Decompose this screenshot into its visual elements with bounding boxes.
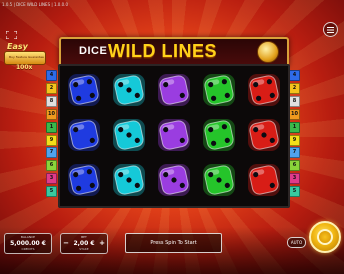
payline-indicator: 4 <box>46 70 57 81</box>
payline-indicator: 2 <box>289 82 300 94</box>
badge-title: Easy <box>7 42 28 51</box>
cyan-die-symbol <box>107 113 151 158</box>
badge-amount: 100x <box>16 64 33 71</box>
reel-frame <box>58 64 290 208</box>
payline-indicator: 1 <box>46 121 57 133</box>
payline-indicator: 9 <box>46 134 57 146</box>
balance-display: BALANCE 5,000.00 € CREDITS <box>4 233 52 254</box>
fullscreen-icon[interactable] <box>5 24 18 40</box>
payline-indicator: 6 <box>46 160 57 172</box>
reel-grid <box>62 68 286 204</box>
payline-indicator: 7 <box>289 147 300 159</box>
payline-indicator: 6 <box>289 160 300 172</box>
payline-indicator: 9 <box>289 134 300 146</box>
payline-indicators-left: 4 2 8 10 1 9 7 6 3 5 <box>46 70 57 198</box>
bet-sub-label: STAKE <box>79 247 89 251</box>
bet-selector: BET − 2,00 € + STAKE <box>60 233 108 254</box>
red-die-symbol <box>242 158 286 203</box>
menu-button[interactable] <box>323 22 338 37</box>
payline-indicator: 10 <box>289 108 300 120</box>
balance-label: BALANCE <box>20 235 36 239</box>
game-logo: DICE WILD LINES <box>59 37 289 67</box>
cyan-die-symbol <box>107 158 151 203</box>
spin-button[interactable] <box>309 221 341 253</box>
autoplay-button[interactable]: AUTO <box>287 237 306 248</box>
blue-die-symbol <box>62 158 106 203</box>
payline-indicator: 8 <box>289 95 300 107</box>
payline-indicator: 7 <box>46 147 57 159</box>
blue-die-symbol <box>62 113 106 158</box>
payline-indicator: 2 <box>46 82 57 94</box>
window-title: 1.0.5 | DICE WILD LINES | 1.0.0.0 <box>2 2 68 7</box>
payline-indicator: 5 <box>46 186 57 198</box>
red-die-symbol <box>242 113 286 158</box>
blue-die-symbol <box>62 68 106 113</box>
payline-indicator: 5 <box>289 186 300 198</box>
hamburger-menu-icon <box>327 26 334 33</box>
purple-die-symbol <box>152 158 196 203</box>
logo-word-wild-lines: WILD LINES <box>108 41 217 61</box>
logo-emblem-icon <box>257 41 279 63</box>
status-message: Press Spin To Start <box>125 233 222 253</box>
payline-indicator: 3 <box>46 173 57 185</box>
green-die-symbol <box>197 113 241 158</box>
balance-sub-label: CREDITS <box>21 247 35 251</box>
green-die-symbol <box>197 68 241 113</box>
green-die-symbol <box>197 158 241 203</box>
payline-indicator: 4 <box>289 70 300 81</box>
purple-die-symbol <box>152 113 196 158</box>
payline-indicator: 1 <box>289 121 300 133</box>
balance-value: 5,000.00 € <box>10 240 46 247</box>
spin-icon <box>317 229 333 245</box>
badge-subtitle: Buy Feature Guarantee <box>9 55 44 59</box>
bet-increase-button[interactable]: + <box>99 240 105 247</box>
payline-indicator: 3 <box>289 173 300 185</box>
purple-die-symbol <box>152 68 196 113</box>
logo-word-dice: DICE <box>79 45 108 57</box>
payline-indicator: 8 <box>46 95 57 107</box>
payline-indicators-right: 4 2 8 10 1 9 7 6 3 5 <box>289 70 300 198</box>
badge-plate: Buy Feature Guarantee <box>4 51 46 65</box>
cyan-die-symbol <box>107 68 151 113</box>
red-die-symbol <box>242 68 286 113</box>
payline-indicator: 10 <box>46 108 57 120</box>
buy-feature-badge[interactable]: Easy Buy Feature Guarantee 100x <box>2 42 46 74</box>
